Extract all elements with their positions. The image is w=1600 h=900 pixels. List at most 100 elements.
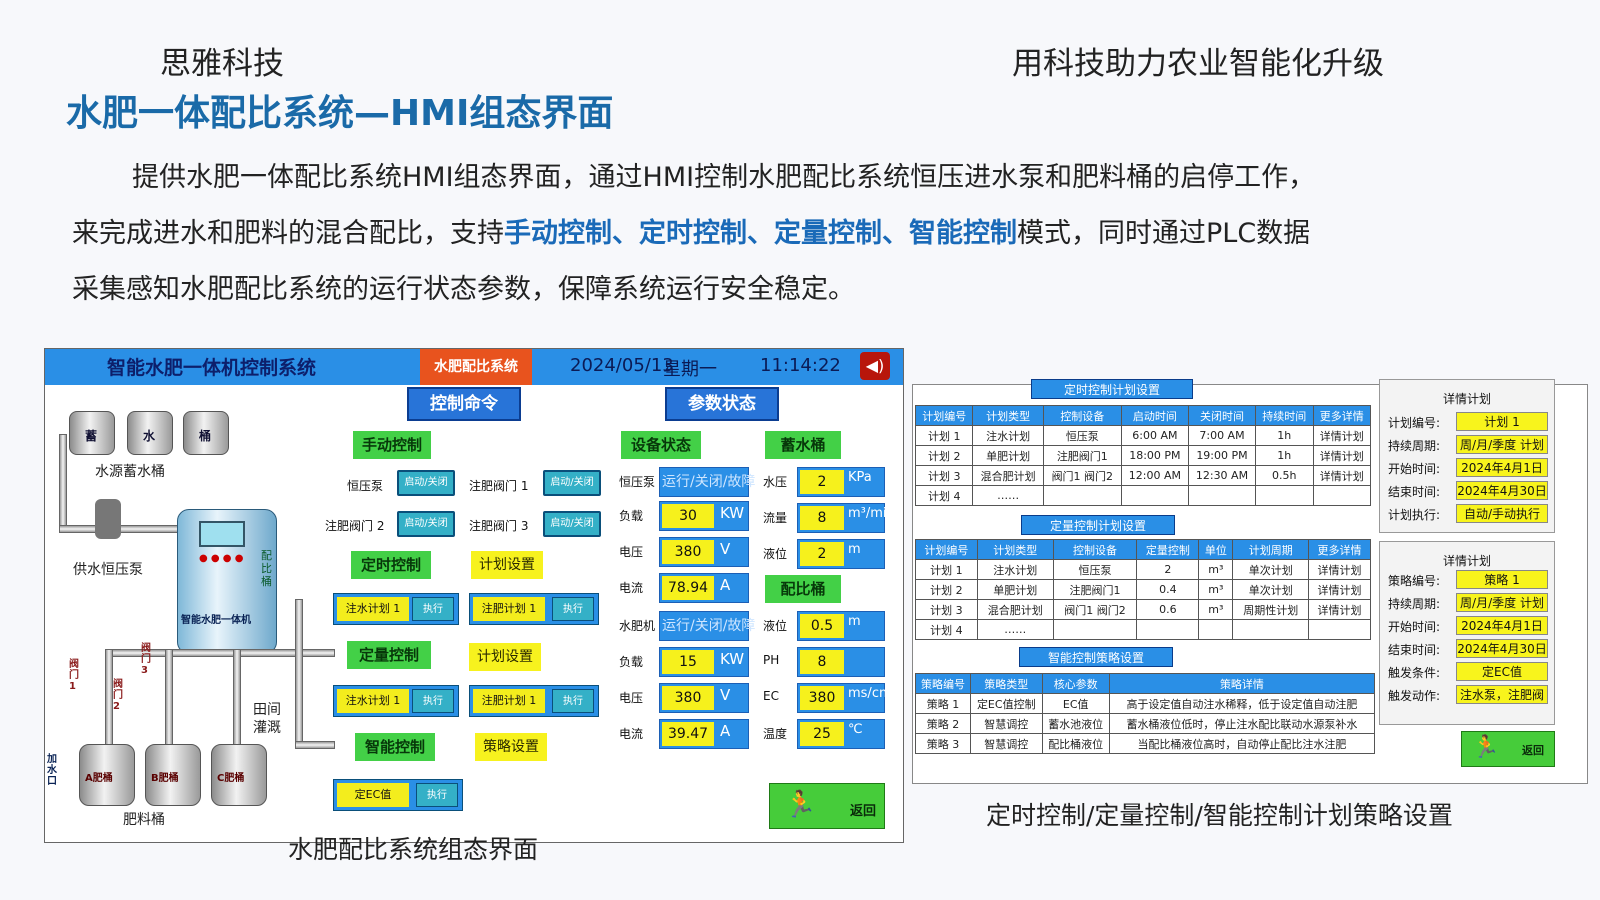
back-label: 返回 [850, 804, 877, 819]
detail-label: 策略编号: [1388, 574, 1441, 588]
detail-title: 详情计划 [1442, 554, 1491, 568]
column-header: 策略类型 [970, 673, 1043, 694]
smart-strategy-setting-button[interactable]: 策略设置 [475, 733, 547, 761]
column-header: 策略编号 [914, 673, 972, 694]
table-cell: EC值 [1041, 693, 1110, 714]
table-row[interactable]: 计划 1 注水计划 恒压泵 6:00 AM 7:00 AM 1h 详情计划 [914, 425, 1371, 446]
column-header: 计划编号 [914, 405, 974, 426]
page-title: 水肥一体配比系统—HMI组态界面 [66, 93, 614, 134]
column-header: 控制设备 [1042, 405, 1122, 426]
table-cell: 18:00 PM [1120, 445, 1189, 466]
timed-water-plan-name[interactable]: 注水计划 1 [337, 597, 409, 621]
manual-item-label: 恒压泵 [347, 479, 384, 493]
smart-ec-exec-button[interactable]: 执行 [416, 783, 458, 807]
table-row[interactable]: 计划 2 单肥计划 注肥阀门1 0.4 m³ 单次计划 详情计划 [915, 579, 1371, 600]
quant-plan-setting-button[interactable]: 计划设置 [469, 643, 541, 671]
table-row[interactable]: 计划 2 单肥计划 注肥阀门1 18:00 PM 19:00 PM 1h 详情计划 [914, 445, 1371, 466]
timed-plan-setting-button[interactable]: 计划设置 [471, 551, 543, 579]
column-header: 持续时间 [1255, 405, 1314, 426]
smart-ec-plan-name[interactable]: 定EC值 [337, 783, 409, 807]
table-cell: 单肥计划 [976, 579, 1054, 600]
table-row[interactable]: 计划 3 混合肥计划 阀门1 阀门2 12:00 AM 12:30 AM 0.5h 详情计划 [914, 465, 1371, 486]
detail-value[interactable]: 周/月/季度 计划 [1456, 435, 1548, 454]
storage-param-value: 8 [800, 506, 844, 530]
smart-strategy-table: 策略编号 策略类型 核心参数 策略详情 策略 1 定EC值控制 EC值 高于设定值自动注水稀释… [914, 673, 1376, 754]
mixing-param-row: 25 ℃ [797, 719, 885, 749]
detail-value[interactable]: 注水泵，注肥阀 [1456, 685, 1548, 704]
timed-fert-plan-name[interactable]: 注肥计划 1 [473, 597, 545, 621]
detail-value[interactable]: 计划 1 [1456, 412, 1548, 431]
table-cell [1308, 619, 1371, 640]
description: 提供水肥一体配比系统HMI组态界面，通过HMI控制水肥配比系统恒压进水泵和肥料桶… [72, 150, 1512, 318]
table-cell: 智慧调控 [970, 713, 1043, 734]
back-button[interactable]: 🏃 返回 [769, 783, 885, 829]
right-caption: 定时控制/定量控制/智能控制计划策略设置 [986, 801, 1453, 830]
device-param-row: 运行/关闭/故障 [659, 611, 755, 641]
back-button-2[interactable]: 🏃 返回 [1461, 731, 1555, 767]
detail-value[interactable]: 2024年4月30日 [1456, 639, 1548, 658]
fert-tank-c-label: C肥桶 [217, 773, 245, 784]
device-param-row: 380 V [659, 683, 749, 713]
smart-control-label: 智能控制 [355, 733, 435, 761]
table-row[interactable]: 计划 1 注水计划 恒压泵 2 m³ 单次计划 详情计划 [915, 559, 1371, 580]
column-header: 计划类型 [972, 405, 1044, 426]
table-row[interactable]: 策略 1 定EC值控制 EC值 高于设定值自动注水稀释，低于设定值自动注肥 [914, 693, 1376, 714]
toggle-valve-2[interactable]: 启动/关闭 [397, 511, 455, 537]
device-param-label: 负载 [619, 655, 644, 669]
mixing-param-unit: m [848, 614, 861, 629]
table-cell: 1h [1255, 425, 1314, 446]
mixing-bucket-label: 配比桶 [261, 549, 272, 588]
device-param-unit: KW [720, 650, 745, 668]
table-row[interactable]: 计划 4…… [914, 485, 1371, 506]
detail-value[interactable]: 2024年4月1日 [1456, 458, 1548, 477]
device-param-unit: A [720, 722, 731, 740]
mixing-param-label: 液位 [763, 619, 788, 633]
desc-line-2c: 模式，同时通过PLC数据 [1017, 218, 1311, 249]
table-row[interactable]: 策略 2 智慧调控 蓄水池液位 蓄水桶液位低时，停止注水配比联动水源泵补水 [914, 713, 1376, 734]
quant-water-plan-name[interactable]: 注水计划 1 [337, 689, 409, 713]
toggle-valve-1[interactable]: 启动/关闭 [543, 470, 601, 496]
company-name: 思雅科技 [160, 46, 284, 82]
table-cell: 高于设定值自动注水稀释，低于设定值自动注肥 [1108, 693, 1376, 714]
detail-value[interactable]: 定EC值 [1456, 662, 1548, 681]
timed-fert-exec-button[interactable]: 执行 [552, 597, 594, 621]
detail-label: 持续周期: [1388, 439, 1441, 453]
device-param-row: 78.94 A [659, 573, 749, 603]
field-label: 田间灌溉 [253, 702, 281, 736]
column-header: 控制设备 [1052, 539, 1138, 560]
detail-label: 计划执行: [1388, 508, 1441, 522]
device-param-value: 15 [662, 650, 714, 674]
table-cell: 12:00 AM [1120, 465, 1189, 486]
toggle-valve-3[interactable]: 启动/关闭 [543, 511, 601, 537]
valve-1-label: 阀门1 [69, 659, 79, 692]
table-cell: 7:00 AM [1187, 425, 1257, 446]
hmi-weekday: 星期一 [663, 359, 717, 380]
timed-water-exec-button[interactable]: 执行 [412, 597, 454, 621]
detail-label: 开始时间: [1388, 620, 1441, 634]
detail-value[interactable]: 2024年4月30日 [1456, 481, 1548, 500]
table-row[interactable]: 计划 3 混合肥计划 阀门1 阀门2 0.6 m³ 周期性计划 详情计划 [915, 599, 1371, 620]
hmi-title: 智能水肥一体机控制系统 [107, 357, 317, 379]
quant-fert-plan-name[interactable]: 注肥计划 1 [473, 689, 545, 713]
table-cell: 单肥计划 [972, 445, 1044, 466]
toggle-constant-pump[interactable]: 启动/关闭 [397, 470, 455, 496]
table-cell: 详情计划 [1308, 559, 1371, 580]
table-row[interactable]: 计划 4…… [915, 619, 1371, 640]
detail-value[interactable]: 自动/手动执行 [1456, 504, 1548, 523]
storage-param-unit: KPa [848, 470, 872, 485]
table-cell: 智慧调控 [970, 733, 1043, 754]
quant-fert-exec-button[interactable]: 执行 [552, 689, 594, 713]
detail-value[interactable]: 策略 1 [1456, 570, 1548, 589]
detail-value[interactable]: 2024年4月1日 [1456, 616, 1548, 635]
device-param-value: 380 [662, 686, 714, 710]
tab-fertilizer-system[interactable]: 水肥配比系统 [420, 349, 532, 385]
speaker-icon[interactable]: ◀) [860, 352, 890, 380]
quant-water-exec-button[interactable]: 执行 [412, 689, 454, 713]
table-row[interactable]: 策略 3 智慧调控 配比桶液位 当配比桶液位高时，自动停止配比注水注肥 [914, 733, 1376, 754]
desc-modes: 手动控制、定时控制、定量控制、智能控制 [504, 218, 1017, 249]
detail-value[interactable]: 周/月/季度 计划 [1456, 593, 1548, 612]
detail-strategy-panel: 详情计划 策略编号: 策略 1 持续周期: 周/月/季度 计划 开始时间: 2024年4月1… [1379, 541, 1555, 725]
table-cell: 定EC值控制 [970, 693, 1043, 714]
running-man-icon: 🏃 [1472, 735, 1500, 760]
back-label-2: 返回 [1522, 744, 1544, 757]
